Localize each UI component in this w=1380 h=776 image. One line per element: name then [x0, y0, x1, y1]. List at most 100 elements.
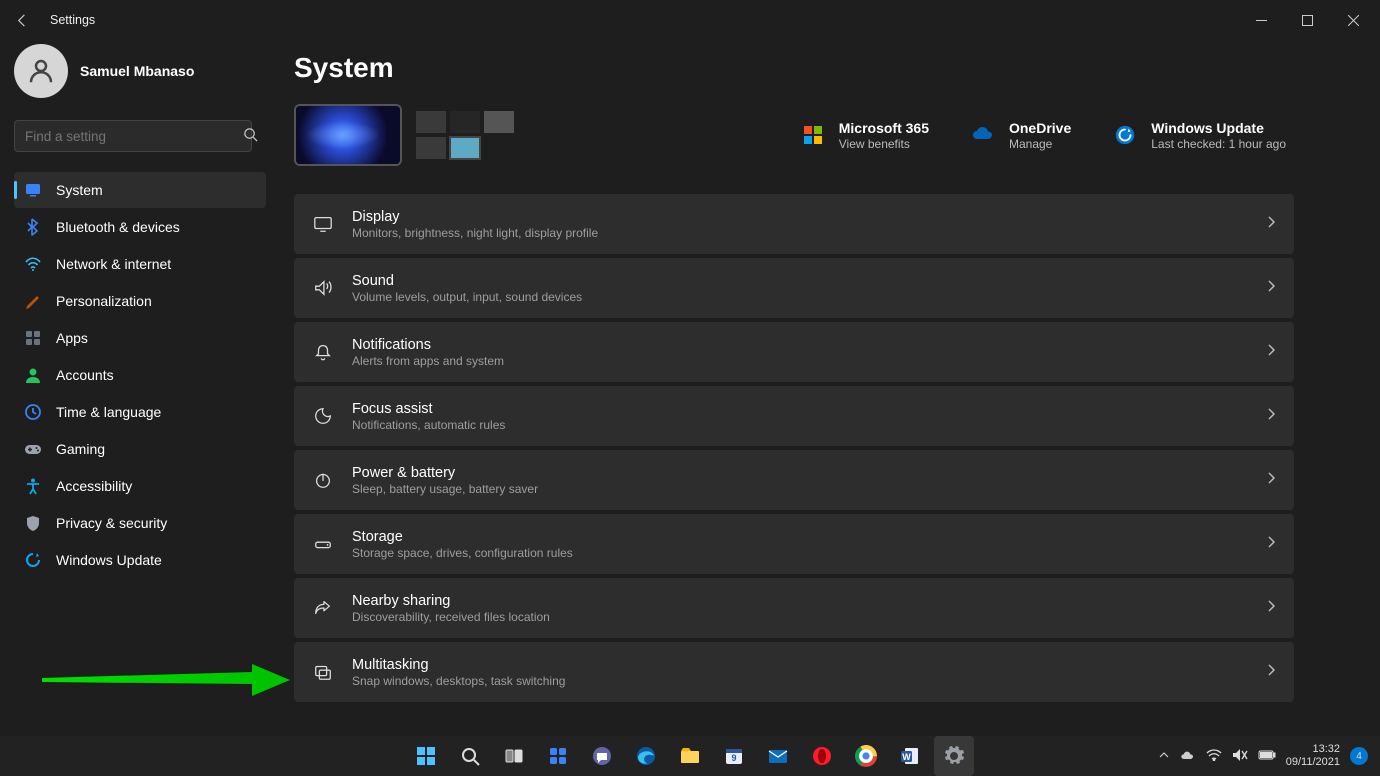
chevron-right-icon — [1266, 599, 1276, 618]
taskbar-widgets[interactable] — [538, 736, 578, 776]
titlebar: Settings — [0, 0, 1380, 40]
taskbar-search[interactable] — [450, 736, 490, 776]
sidebar: Samuel Mbanaso System Bluetooth & devices… — [0, 40, 280, 736]
maximize-icon — [1302, 15, 1313, 26]
notification-badge[interactable]: 4 — [1350, 747, 1368, 765]
multitask-row[interactable]: Multitasking Snap windows, desktops, tas… — [294, 642, 1294, 702]
sidebar-item-apps[interactable]: Apps — [14, 320, 266, 356]
update-icon — [24, 551, 42, 569]
focus-icon — [312, 406, 334, 426]
taskbar-chrome[interactable] — [846, 736, 886, 776]
setting-sub: Sleep, battery usage, battery saver — [352, 482, 1248, 496]
taskbar-explorer[interactable] — [670, 736, 710, 776]
sidebar-item-bluetooth[interactable]: Bluetooth & devices — [14, 209, 266, 245]
taskbar-calendar[interactable]: 9 — [714, 736, 754, 776]
taskbar-chat[interactable] — [582, 736, 622, 776]
back-button[interactable] — [4, 2, 40, 38]
theme-swatch[interactable] — [450, 111, 480, 133]
accounts-icon — [24, 366, 42, 384]
page-title: System — [294, 52, 1294, 84]
sidebar-item-label: Accounts — [56, 367, 114, 383]
taskbar-center: 9W — [406, 736, 974, 776]
theme-swatch-active[interactable] — [450, 137, 480, 159]
chevron-right-icon — [1266, 215, 1276, 234]
taskbar-taskview[interactable] — [494, 736, 534, 776]
setting-sub: Alerts from apps and system — [352, 354, 1248, 368]
sidebar-item-personalization[interactable]: Personalization — [14, 283, 266, 319]
sidebar-item-label: Apps — [56, 330, 88, 346]
taskbar-date: 09/11/2021 — [1286, 756, 1340, 769]
quick-ms365[interactable]: Microsoft 365View benefits — [799, 119, 929, 151]
chevron-right-icon — [1266, 471, 1276, 490]
minimize-button[interactable] — [1238, 4, 1284, 36]
tray-volume-icon[interactable] — [1232, 748, 1248, 765]
sidebar-item-label: Time & language — [56, 404, 161, 420]
display-row[interactable]: Display Monitors, brightness, night ligh… — [294, 194, 1294, 254]
update-icon — [1111, 121, 1139, 149]
sidebar-item-label: Network & internet — [56, 256, 171, 272]
sidebar-item-label: Gaming — [56, 441, 105, 457]
setting-sub: Snap windows, desktops, task switching — [352, 674, 1248, 688]
sidebar-item-label: System — [56, 182, 103, 198]
tray-wifi-icon[interactable] — [1206, 749, 1222, 764]
setting-title: Focus assist — [352, 400, 1248, 419]
quick-onedrive[interactable]: OneDriveManage — [969, 119, 1071, 151]
monitor-preview[interactable] — [294, 104, 402, 166]
gaming-icon — [24, 440, 42, 458]
sidebar-item-system[interactable]: System — [14, 172, 266, 208]
taskbar-edge[interactable] — [626, 736, 666, 776]
tray-onedrive-icon[interactable] — [1180, 749, 1196, 764]
quick-cards: Microsoft 365View benefits OneDriveManag… — [799, 119, 1286, 151]
maximize-button[interactable] — [1284, 4, 1330, 36]
taskbar-word[interactable]: W — [890, 736, 930, 776]
sidebar-item-privacy[interactable]: Privacy & security — [14, 505, 266, 541]
display-icon — [312, 214, 334, 234]
share-row[interactable]: Nearby sharing Discoverability, received… — [294, 578, 1294, 638]
setting-title: Multitasking — [352, 656, 1248, 675]
avatar — [14, 44, 68, 98]
setting-sub: Storage space, drives, configuration rul… — [352, 546, 1248, 560]
power-icon — [312, 470, 334, 490]
multitask-icon — [312, 662, 334, 682]
sidebar-item-label: Bluetooth & devices — [56, 219, 180, 235]
notifications-row[interactable]: Notifications Alerts from apps and syste… — [294, 322, 1294, 382]
tray-battery-icon[interactable] — [1258, 749, 1276, 764]
theme-swatch[interactable] — [416, 137, 446, 159]
quick-update[interactable]: Windows UpdateLast checked: 1 hour ago — [1111, 119, 1286, 151]
sound-row[interactable]: Sound Volume levels, output, input, soun… — [294, 258, 1294, 318]
taskbar-opera[interactable] — [802, 736, 842, 776]
sidebar-item-gaming[interactable]: Gaming — [14, 431, 266, 467]
hero-row: Microsoft 365View benefits OneDriveManag… — [294, 104, 1294, 166]
chevron-right-icon — [1266, 407, 1276, 426]
theme-swatch[interactable] — [484, 111, 514, 133]
sidebar-item-label: Personalization — [56, 293, 152, 309]
theme-swatch[interactable] — [416, 111, 446, 133]
update-title: Windows Update — [1151, 119, 1286, 137]
setting-title: Power & battery — [352, 464, 1248, 483]
storage-row[interactable]: Storage Storage space, drives, configura… — [294, 514, 1294, 574]
power-row[interactable]: Power & battery Sleep, battery usage, ba… — [294, 450, 1294, 510]
close-button[interactable] — [1330, 4, 1376, 36]
search-box[interactable] — [14, 120, 266, 152]
sidebar-item-accounts[interactable]: Accounts — [14, 357, 266, 393]
sidebar-item-network[interactable]: Network & internet — [14, 246, 266, 282]
person-icon — [26, 56, 56, 86]
taskbar-start[interactable] — [406, 736, 446, 776]
search-input[interactable] — [14, 120, 252, 152]
taskbar-clock[interactable]: 13:32 09/11/2021 — [1286, 743, 1340, 769]
taskbar-settings[interactable] — [934, 736, 974, 776]
tray-chevron-icon[interactable] — [1158, 749, 1170, 764]
onedrive-title: OneDrive — [1009, 119, 1071, 137]
setting-sub: Monitors, brightness, night light, displ… — [352, 226, 1248, 240]
arrow-left-icon — [15, 13, 30, 28]
sidebar-item-update[interactable]: Windows Update — [14, 542, 266, 578]
taskbar-mail[interactable] — [758, 736, 798, 776]
setting-title: Notifications — [352, 336, 1248, 355]
sidebar-item-accessibility[interactable]: Accessibility — [14, 468, 266, 504]
theme-picker[interactable] — [416, 111, 514, 159]
setting-sub: Discoverability, received files location — [352, 610, 1248, 624]
focus-row[interactable]: Focus assist Notifications, automatic ru… — [294, 386, 1294, 446]
sidebar-item-time[interactable]: Time & language — [14, 394, 266, 430]
profile[interactable]: Samuel Mbanaso — [14, 44, 266, 98]
chevron-right-icon — [1266, 663, 1276, 682]
